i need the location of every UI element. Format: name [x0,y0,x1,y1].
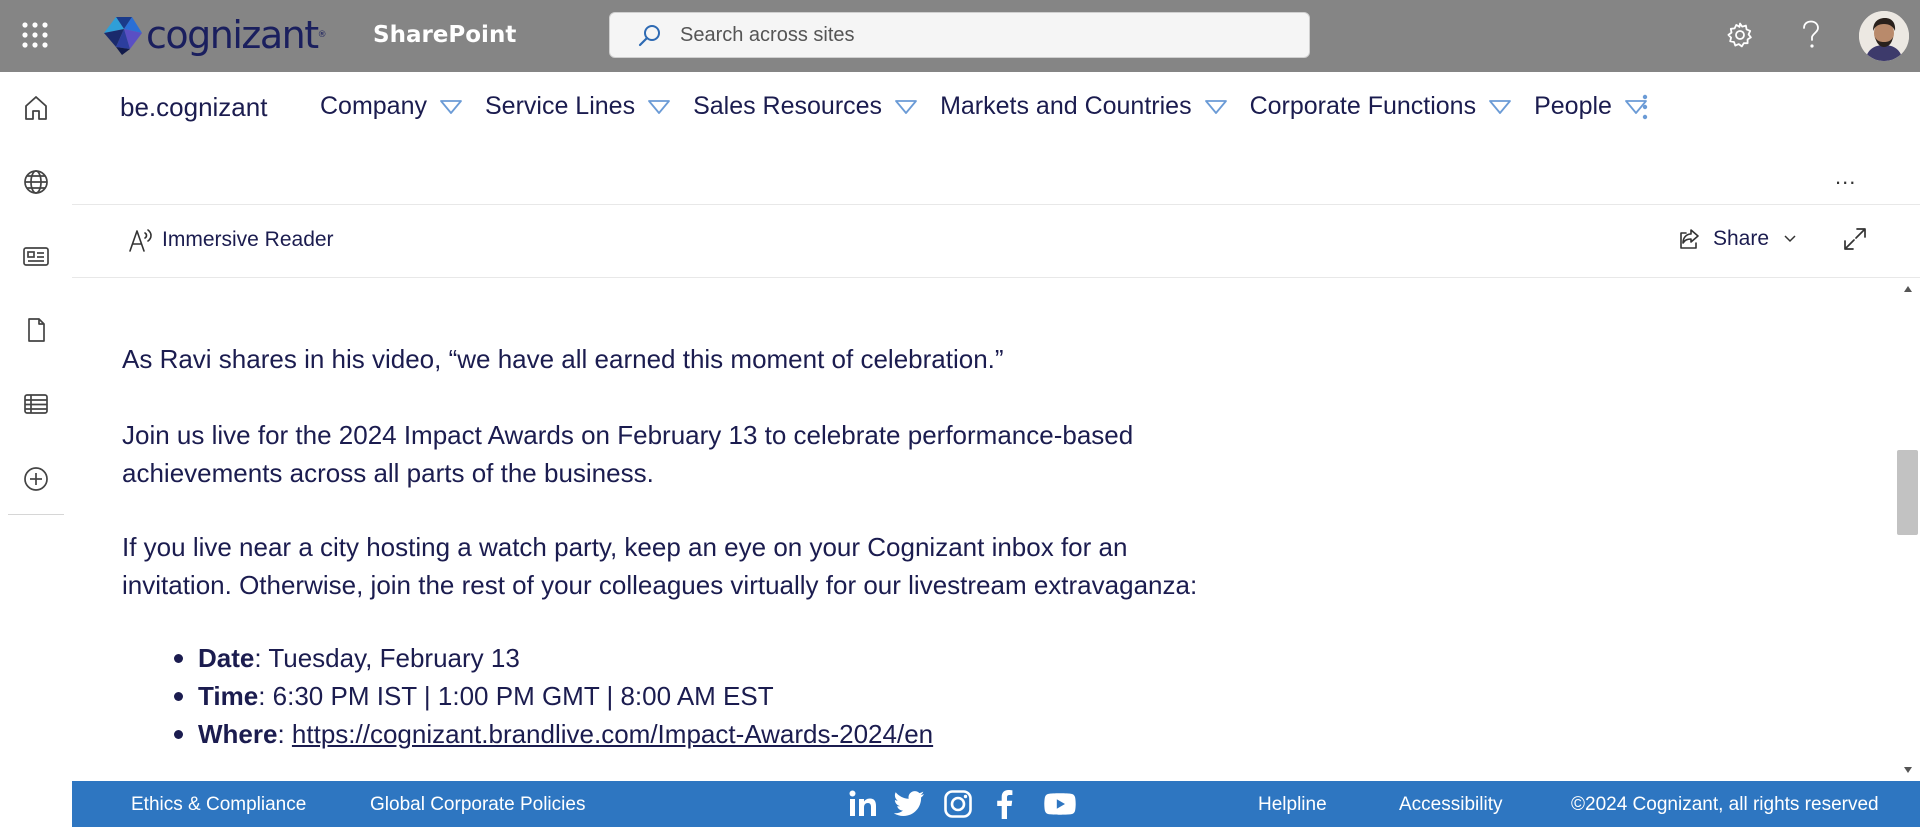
chevron-down-icon [648,99,670,114]
paragraph-text: As Ravi shares in his video, “we have al… [122,344,1004,374]
expand-icon[interactable] [1842,226,1868,252]
nav-item-label: People [1534,92,1612,120]
share-icon [1680,229,1699,249]
document-icon[interactable] [22,316,50,344]
gear-icon[interactable] [1726,20,1754,50]
app-bar [0,72,73,827]
youtube-icon[interactable] [1044,789,1076,819]
livestream-link[interactable]: https://cognizant.brandlive.com/Impact-A… [292,719,933,749]
paragraph-line: achievements across all parts of the bus… [122,458,654,488]
footer-link-policies[interactable]: Global Corporate Policies [370,794,585,816]
detail-value: : Tuesday, February 13 [254,643,520,673]
nav-menu: Company Service Lines Sales Resources Ma… [320,92,1670,121]
twitter-icon[interactable] [894,789,926,819]
app-name[interactable]: SharePoint [373,22,516,48]
article-paragraph: Join us live for the 2024 Impact Awards … [122,416,1322,492]
home-icon[interactable] [22,94,50,122]
instagram-icon[interactable] [943,789,973,819]
page-options-button[interactable]: ... [1835,164,1856,190]
detail-label: Where [198,719,278,749]
chevron-down-icon [1489,99,1511,114]
avatar[interactable] [1859,11,1909,61]
footer-link-accessibility[interactable]: Accessibility [1399,794,1502,816]
scroll-up-icon[interactable] [1903,285,1913,293]
more-vertical-icon[interactable] [1641,94,1649,120]
event-details-list: Date: Tuesday, February 13 Time: 6:30 PM… [122,639,933,753]
footer-link-ethics[interactable]: Ethics & Compliance [131,794,306,816]
site-title[interactable]: be.cognizant [120,92,267,123]
search-input[interactable] [678,22,1282,48]
nav-item-markets-and-countries[interactable]: Markets and Countries [940,92,1228,121]
list-icon[interactable] [22,390,50,418]
nav-item-corporate-functions[interactable]: Corporate Functions [1250,92,1513,121]
help-icon[interactable] [1800,20,1822,50]
chevron-down-icon [895,99,917,114]
list-item: Date: Tuesday, February 13 [173,639,933,677]
paragraph-line: Join us live for the 2024 Impact Awards … [122,420,1134,450]
search-box[interactable] [609,12,1310,58]
article-body: As Ravi shares in his video, “we have al… [72,278,1895,781]
chevron-down-icon [440,99,462,114]
search-icon [638,25,660,47]
add-icon[interactable] [22,465,50,493]
article-paragraph: If you live near a city hosting a watch … [122,528,1322,604]
nav-item-service-lines[interactable]: Service Lines [485,92,671,121]
chevron-down-icon [1784,235,1796,243]
user-photo-icon [1859,11,1909,61]
chevron-down-icon [1204,99,1227,114]
nav-item-label: Sales Resources [693,92,883,120]
cognizant-logo-mark-icon [104,17,142,55]
immersive-reader-icon [129,229,152,252]
nav-item-label: Service Lines [485,92,636,120]
share-label: Share [1713,227,1770,250]
immersive-reader-button[interactable]: Immersive Reader [128,227,334,253]
article-paragraph: As Ravi shares in his video, “we have al… [122,340,1322,378]
nav-item-people[interactable]: People [1534,92,1648,121]
nav-item-label: Company [320,92,427,120]
paragraph-line: If you live near a city hosting a watch … [122,532,1128,562]
list-item: Time: 6:30 PM IST | 1:00 PM GMT | 8:00 A… [173,677,933,715]
immersive-reader-label: Immersive Reader [162,228,334,251]
command-bar: Immersive Reader Share [72,205,1920,278]
linkedin-icon[interactable] [848,789,878,819]
hub-navigation: be.cognizant Company Service Lines Sales… [72,72,1920,205]
footer: Ethics & Compliance Global Corporate Pol… [72,781,1920,827]
scrollbar-thumb[interactable] [1897,450,1918,535]
nav-item-label: Markets and Countries [940,92,1192,120]
facebook-icon[interactable] [995,789,1013,819]
detail-label: Date [198,643,255,673]
globe-icon[interactable] [22,168,50,196]
nav-item-company[interactable]: Company [320,92,463,121]
share-button[interactable]: Share [1677,227,1797,251]
nav-item-label: Corporate Functions [1249,92,1477,120]
detail-value: : 6:30 PM IST | 1:00 PM GMT | 8:00 AM ES… [258,681,774,711]
rail-divider [8,514,64,515]
footer-link-helpline[interactable]: Helpline [1258,794,1327,816]
detail-label: Time [198,681,259,711]
detail-value: : [277,719,292,749]
suite-bar: cognizant® SharePoint [0,0,1920,72]
paragraph-line: invitation. Otherwise, join the rest of … [122,570,1198,600]
logo-wordmark: cognizant® [146,13,327,57]
scroll-down-icon[interactable] [1903,766,1913,774]
nav-item-sales-resources[interactable]: Sales Resources [693,92,918,121]
cognizant-logo[interactable]: cognizant® [102,15,327,55]
waffle-icon[interactable] [21,21,49,49]
copyright-text: ©2024 Cognizant, all rights reserved [1571,794,1879,815]
list-item: Where: https://cognizant.brandlive.com/I… [173,715,933,753]
news-icon[interactable] [22,242,50,270]
scrollbar[interactable] [1895,278,1920,781]
